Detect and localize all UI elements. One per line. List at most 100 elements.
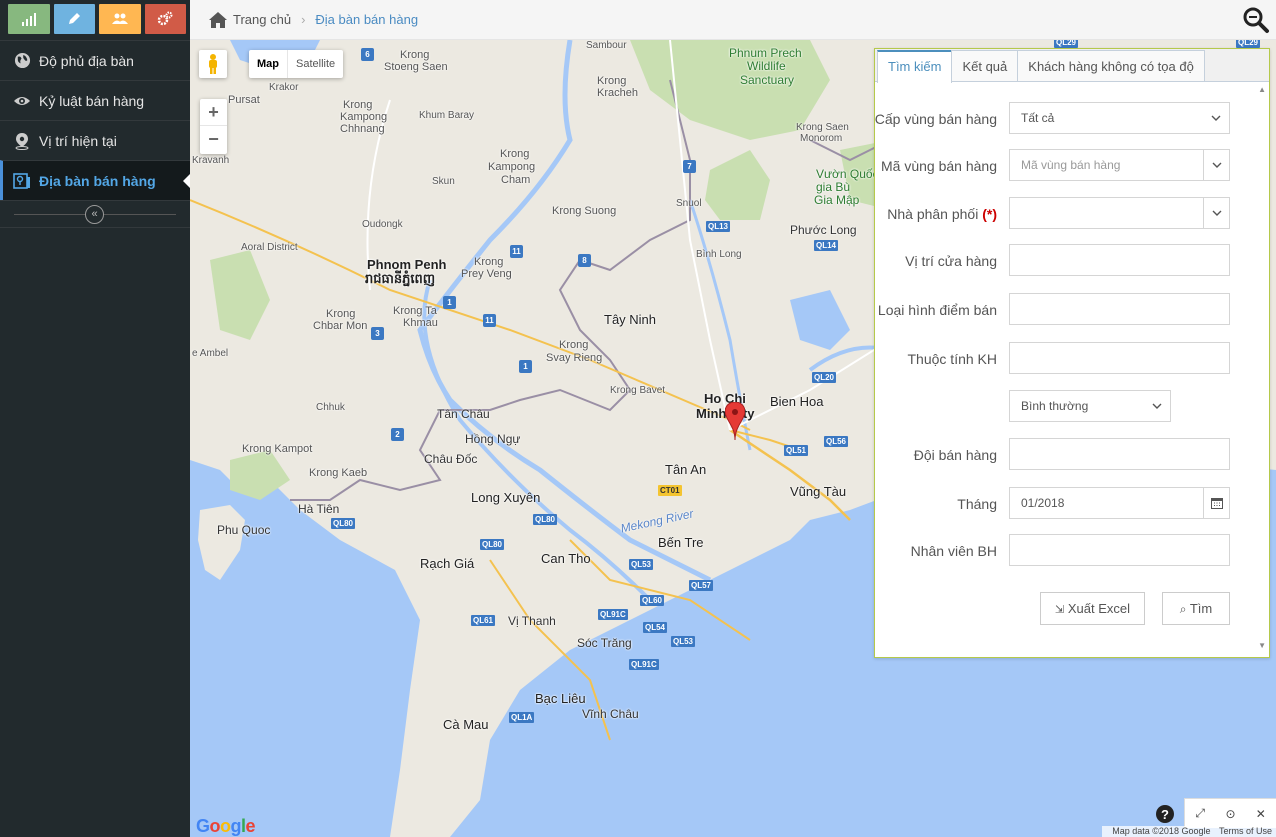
road-shield: 11	[510, 245, 523, 258]
nha-phan-phoi-combobox[interactable]	[1009, 197, 1230, 229]
map-label-khum-baray: Khum Baray	[419, 110, 475, 121]
map-label-hong-ngu: Hồng Ngự	[465, 432, 521, 446]
double-angle-left-icon[interactable]: «	[85, 205, 104, 224]
thuoc-tinh-input[interactable]	[1009, 342, 1230, 374]
map-label-krong-saen-monorom-2: Monorom	[800, 133, 843, 144]
road-shield: QL29	[1054, 40, 1079, 48]
road-shield: QL14	[814, 240, 839, 251]
form-row-nhan-vien: Nhân viên BH	[875, 534, 1265, 566]
zoom-in-button[interactable]: +	[200, 99, 227, 126]
chevron-down-icon[interactable]	[1203, 150, 1229, 180]
calendar-icon[interactable]	[1203, 488, 1229, 518]
road-shield: 8	[578, 254, 591, 267]
street-view-pegman[interactable]	[199, 50, 227, 78]
map-label-ambel: e Ambel	[192, 348, 229, 359]
map-label-tan-an: Tân An	[665, 462, 707, 477]
map-label-krong-kampong-cham: Krong	[500, 148, 530, 160]
breadcrumb: Trang chủ › Địa bàn bán hàng	[190, 0, 1276, 40]
zoom-out-button[interactable]: −	[200, 126, 227, 153]
form-row-thuoc-tinh: Thuộc tính KH	[875, 342, 1265, 374]
map-marker-icon	[13, 132, 31, 150]
signal-icon	[21, 13, 36, 26]
google-logo: Google	[196, 816, 256, 836]
tab-khach-hang-khong-toa-do[interactable]: Khách hàng không có tọa độ	[1017, 50, 1205, 81]
terms-of-use-link[interactable]: Terms of Use	[1219, 826, 1272, 836]
sidebar-item-dia-ban-ban-hang[interactable]: Địa bàn bán hàng	[0, 160, 191, 200]
cogs-shortcut-button[interactable]	[144, 4, 186, 34]
map-label-ha-tien: Hà Tiên	[298, 502, 340, 516]
trang-thai-select[interactable]: Bình thường	[1009, 390, 1171, 422]
map-label-snuol: Snuol	[676, 198, 702, 209]
sidebar-item-do-phu-dia-ban[interactable]: Độ phủ địa bàn	[0, 40, 190, 80]
loai-hinh-input[interactable]	[1009, 293, 1230, 325]
tab-tim-kiem[interactable]: Tìm kiếm	[877, 50, 953, 83]
map-label-krong-chbar-mon-2: Chbar Mon	[313, 320, 368, 332]
export-excel-button[interactable]: ⇲ Xuất Excel	[1040, 592, 1145, 625]
map-label-ca-mau: Cà Mau	[443, 717, 489, 732]
sidebar-shortcuts	[0, 0, 190, 40]
thang-input[interactable]: 01/2018	[1009, 487, 1230, 519]
form-row-thang: Tháng 01/2018	[875, 487, 1265, 519]
road-shield: 3	[371, 327, 384, 340]
map-type-control: Map Satellite	[249, 50, 344, 78]
vi-tri-input[interactable]	[1009, 244, 1230, 276]
road-shield: QL60	[640, 595, 665, 606]
map-label-krong-stueng-saen: Krong	[400, 49, 430, 61]
cap-vung-label: Cấp vùng bán hàng	[874, 111, 997, 127]
sidebar-item-ky-luat-ban-hang[interactable]: Kỷ luật bán hàng	[0, 80, 190, 120]
tab-ket-qua[interactable]: Kết quả	[951, 50, 1019, 81]
fullscreen-icon[interactable]: ⤢	[1192, 806, 1208, 821]
users-shortcut-button[interactable]	[99, 4, 141, 34]
search-icon: ⌕	[1179, 602, 1187, 616]
home-icon[interactable]	[208, 11, 228, 29]
road-shield: 1	[443, 296, 456, 309]
road-shield: QL80	[331, 518, 356, 529]
sidebar-item-vi-tri-hien-tai[interactable]: Vị trí hiện tại	[0, 120, 190, 160]
road-shield: QL20	[812, 372, 837, 383]
map-type-satellite-button[interactable]: Satellite	[288, 50, 343, 78]
ma-vung-combobox[interactable]: Mã vùng bán hàng	[1009, 149, 1230, 181]
map-label-ben-tre: Bến Tre	[658, 535, 704, 550]
scroll-up-icon[interactable]: ▲	[1258, 85, 1266, 94]
form-row-ma-vung: Mã vùng bán hàng Mã vùng bán hàng	[875, 149, 1265, 181]
ma-vung-placeholder: Mã vùng bán hàng	[1021, 158, 1121, 172]
map-type-map-button[interactable]: Map	[249, 50, 288, 78]
chevron-down-icon[interactable]	[1203, 198, 1229, 228]
map-label-vinh-chau: Vĩnh Châu	[582, 707, 639, 721]
pencil-shortcut-button[interactable]	[53, 4, 95, 34]
nhan-vien-input[interactable]	[1009, 534, 1230, 566]
signal-shortcut-button[interactable]	[8, 4, 50, 34]
location-pin-icon[interactable]	[725, 402, 745, 442]
map-label-phnom-penh: Phnom Penh	[367, 257, 447, 272]
map-label-phuoc-long: Phước Long	[790, 223, 857, 237]
map-label-phnum-prech-2: Wildlife	[747, 59, 786, 73]
thang-label: Tháng	[957, 496, 997, 512]
map-data-credit: Map data ©2018 Google	[1112, 826, 1211, 836]
zoom-search-icon[interactable]	[1242, 6, 1270, 34]
road-shield: QL53	[671, 636, 696, 647]
close-icon[interactable]: ✕	[1253, 807, 1269, 821]
road-shield: QL51	[784, 445, 809, 456]
scroll-down-icon[interactable]: ▼	[1258, 641, 1266, 650]
search-button[interactable]: ⌕ Tìm	[1162, 592, 1230, 625]
export-excel-label: Xuất Excel	[1067, 601, 1130, 616]
doi-ban-hang-input[interactable]	[1009, 438, 1230, 470]
map-bottom-toolbar: ⤢ ⊙ ✕	[1184, 798, 1276, 828]
form-row-loai-hinh: Loại hình điểm bán	[875, 293, 1265, 325]
map-label-phu-quoc: Phu Quoc	[217, 523, 271, 537]
map-label-tay-ninh: Tây Ninh	[604, 312, 657, 327]
map-label-aoral: Aoral District	[241, 242, 298, 253]
map-label-bac-lieu: Bạc Liêu	[535, 691, 586, 706]
cap-vung-select[interactable]: Tất cả	[1009, 102, 1230, 134]
svg-text:?: ?	[1161, 807, 1169, 822]
map-label-krong-svay-rieng: Krong	[559, 339, 589, 351]
help-icon[interactable]: ?	[1155, 804, 1175, 824]
breadcrumb-home-link[interactable]: Trang chủ	[233, 12, 291, 27]
map-label-vi-thanh: Vị Thanh	[508, 614, 556, 628]
map-label-vuon-quoc-gia-3: Gia Mập	[814, 193, 860, 207]
map-label-phnum-prech-3: Sanctuary	[740, 73, 795, 87]
breadcrumb-current: Địa bàn bán hàng	[315, 12, 419, 27]
zoom-control: + −	[200, 99, 227, 154]
locate-icon[interactable]: ⊙	[1222, 807, 1238, 821]
export-icon: ⇲	[1055, 604, 1065, 616]
